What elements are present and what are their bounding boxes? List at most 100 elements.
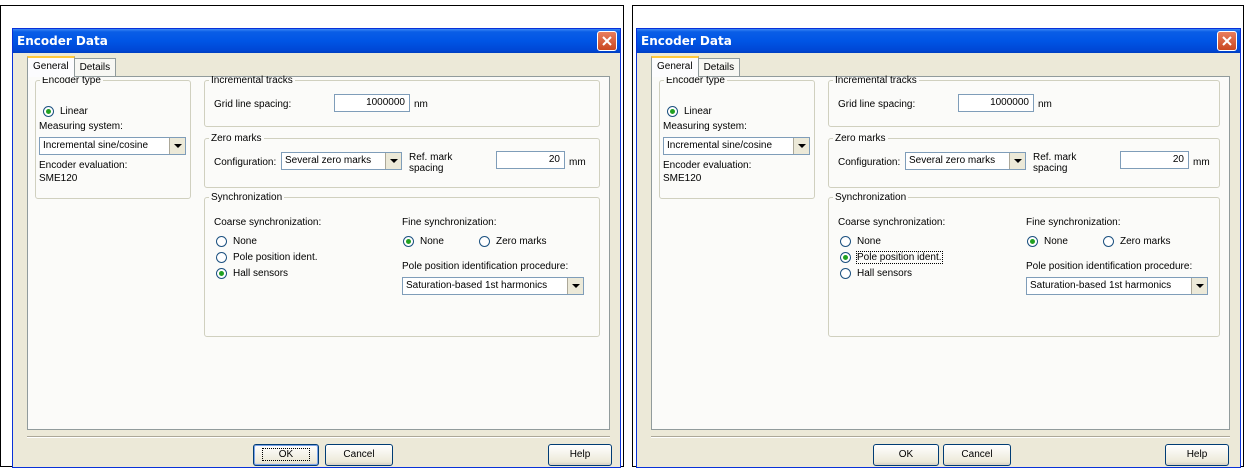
close-button[interactable] bbox=[597, 31, 617, 51]
configuration-value: Several zero marks bbox=[285, 155, 372, 166]
coarse-none-label: None bbox=[857, 236, 881, 247]
chevron-down-icon[interactable] bbox=[567, 278, 583, 294]
fine-zero-marks-radio[interactable]: Zero marks bbox=[1103, 236, 1171, 247]
help-button[interactable]: Help bbox=[1165, 444, 1229, 466]
tab-general[interactable]: General bbox=[27, 56, 75, 77]
radio-icon bbox=[840, 268, 851, 279]
configuration-label: Configuration: bbox=[838, 157, 901, 168]
grid-line-spacing-input[interactable]: 1000000 bbox=[958, 94, 1034, 112]
ref-mark-spacing-unit: mm bbox=[569, 157, 586, 168]
radio-icon bbox=[1103, 236, 1114, 247]
cancel-button-label: Cancel bbox=[343, 449, 375, 460]
coarse-hall-sensors-label: Hall sensors bbox=[233, 268, 289, 279]
coarse-none-radio[interactable]: None bbox=[840, 236, 881, 247]
chevron-down-icon[interactable] bbox=[1191, 278, 1207, 294]
configuration-select[interactable]: Several zero marks bbox=[281, 152, 402, 170]
chevron-down-icon[interactable] bbox=[169, 138, 185, 154]
encoder-data-dialog: Encoder Data General Details Encoder typ… bbox=[636, 28, 1241, 468]
grid-line-spacing-unit: nm bbox=[414, 99, 428, 110]
fine-none-label: None bbox=[1044, 236, 1068, 247]
zero-marks-legend: Zero marks bbox=[211, 133, 262, 144]
pole-position-procedure-label: Pole position identification procedure: bbox=[1026, 261, 1193, 272]
coarse-pole-position-radio[interactable]: Pole position ident. bbox=[840, 251, 943, 264]
radio-icon bbox=[216, 252, 227, 263]
ok-button[interactable]: OK bbox=[873, 444, 939, 466]
fine-none-radio[interactable]: None bbox=[403, 236, 444, 247]
radio-selected-icon bbox=[43, 106, 54, 117]
help-button-label: Help bbox=[569, 449, 591, 460]
help-button-label: Help bbox=[1186, 449, 1208, 460]
zero-marks-legend: Zero marks bbox=[835, 133, 886, 144]
configuration-select[interactable]: Several zero marks bbox=[905, 152, 1026, 170]
pole-position-procedure-select[interactable]: Saturation-based 1st harmonics bbox=[402, 277, 584, 295]
button-separator bbox=[651, 436, 1230, 438]
radio-selected-icon bbox=[216, 268, 227, 279]
ok-button-label: OK bbox=[261, 448, 311, 461]
grid-line-spacing-label: Grid line spacing: bbox=[838, 99, 916, 110]
fine-zero-marks-label: Zero marks bbox=[1120, 236, 1171, 247]
linear-label: Linear bbox=[60, 106, 88, 117]
coarse-hall-sensors-radio[interactable]: Hall sensors bbox=[216, 268, 288, 279]
chevron-down-icon[interactable] bbox=[793, 138, 809, 154]
pole-position-procedure-select[interactable]: Saturation-based 1st harmonics bbox=[1026, 277, 1208, 295]
coarse-hall-sensors-radio[interactable]: Hall sensors bbox=[840, 268, 912, 279]
coarse-pole-position-radio[interactable]: Pole position ident. bbox=[216, 252, 318, 263]
ok-button-label: OK bbox=[898, 449, 914, 460]
general-tab-panel: Encoder type Linear Measuring system: In… bbox=[651, 75, 1230, 430]
cancel-button[interactable]: Cancel bbox=[325, 444, 393, 466]
fine-none-radio[interactable]: None bbox=[1027, 236, 1068, 247]
screenshot-panel-right: Encoder Data General Details Encoder typ… bbox=[632, 5, 1244, 468]
close-x-icon bbox=[1222, 36, 1232, 46]
radio-selected-icon bbox=[840, 252, 851, 263]
cancel-button[interactable]: Cancel bbox=[943, 444, 1011, 466]
fine-zero-marks-radio[interactable]: Zero marks bbox=[479, 236, 547, 247]
pole-position-procedure-label: Pole position identification procedure: bbox=[402, 261, 569, 272]
chevron-down-icon[interactable] bbox=[1009, 153, 1025, 169]
coarse-hall-sensors-label: Hall sensors bbox=[857, 268, 913, 279]
fine-sync-label: Fine synchronization: bbox=[402, 217, 497, 228]
radio-icon bbox=[479, 236, 490, 247]
close-x-icon bbox=[602, 36, 612, 46]
ref-mark-label: Ref. mark bbox=[409, 152, 453, 163]
radio-icon bbox=[840, 236, 851, 247]
grid-line-spacing-input[interactable]: 1000000 bbox=[334, 94, 410, 112]
ref-mark-spacing-input[interactable]: 20 bbox=[1120, 151, 1189, 169]
radio-icon bbox=[216, 236, 227, 247]
incremental-tracks-legend: Incremental tracks bbox=[211, 75, 293, 86]
tab-strip: General Details bbox=[651, 56, 741, 77]
coarse-none-radio[interactable]: None bbox=[216, 236, 257, 247]
title-bar[interactable]: Encoder Data bbox=[13, 29, 620, 53]
dialog-title: Encoder Data bbox=[17, 34, 108, 48]
ref-mark-spacing-input[interactable]: 20 bbox=[496, 151, 565, 169]
button-separator bbox=[27, 436, 610, 438]
chevron-down-icon[interactable] bbox=[385, 153, 401, 169]
coarse-sync-label: Coarse synchronization: bbox=[838, 217, 946, 228]
grid-line-spacing-unit: nm bbox=[1038, 99, 1052, 110]
encoder-evaluation-label: Encoder evaluation: bbox=[663, 160, 752, 171]
pole-position-procedure-value: Saturation-based 1st harmonics bbox=[1030, 280, 1172, 291]
linear-label: Linear bbox=[684, 106, 712, 117]
synchronization-legend: Synchronization bbox=[211, 192, 283, 203]
encoder-evaluation-label: Encoder evaluation: bbox=[39, 160, 128, 171]
close-button[interactable] bbox=[1217, 31, 1237, 51]
linear-radio[interactable]: Linear bbox=[667, 106, 712, 117]
ref-mark-spacing-unit: mm bbox=[1193, 157, 1210, 168]
pole-position-procedure-value: Saturation-based 1st harmonics bbox=[406, 280, 548, 291]
ok-button[interactable]: OK bbox=[253, 444, 319, 466]
measuring-system-label: Measuring system: bbox=[663, 121, 747, 132]
cancel-button-label: Cancel bbox=[961, 449, 993, 460]
linear-radio[interactable]: Linear bbox=[43, 106, 88, 117]
help-button[interactable]: Help bbox=[548, 444, 612, 466]
radio-selected-icon bbox=[403, 236, 414, 247]
title-bar[interactable]: Encoder Data bbox=[637, 29, 1240, 53]
dialog-title: Encoder Data bbox=[641, 34, 732, 48]
fine-sync-label: Fine synchronization: bbox=[1026, 217, 1121, 228]
fine-none-label: None bbox=[420, 236, 444, 247]
measuring-system-select[interactable]: Incremental sine/cosine bbox=[663, 137, 810, 155]
measuring-system-select[interactable]: Incremental sine/cosine bbox=[39, 137, 186, 155]
configuration-label: Configuration: bbox=[214, 157, 277, 168]
tab-general[interactable]: General bbox=[651, 56, 699, 77]
synchronization-legend: Synchronization bbox=[835, 192, 907, 203]
incremental-tracks-legend: Incremental tracks bbox=[835, 75, 917, 86]
radio-selected-icon bbox=[1027, 236, 1038, 247]
